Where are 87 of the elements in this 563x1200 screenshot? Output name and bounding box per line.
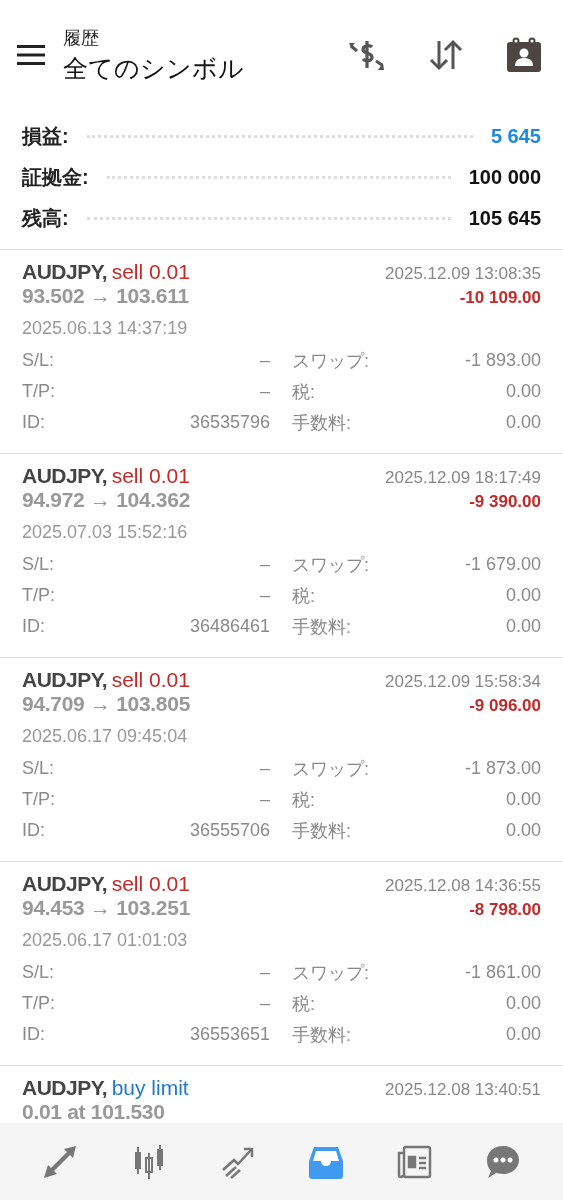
- menu-icon[interactable]: [17, 45, 45, 65]
- close-time: 2025.12.08 13:40:51: [385, 1080, 541, 1100]
- trade-profit: -8 798.00: [469, 900, 541, 920]
- field-label: S/L:: [22, 962, 55, 983]
- trade-symbol: AUDJPY,: [22, 1076, 108, 1099]
- field-label: S/L:: [22, 554, 55, 575]
- sort-icon[interactable]: [427, 37, 465, 73]
- field-label: 手数料:: [292, 411, 351, 435]
- field-label: ID:: [22, 616, 45, 637]
- field-value: 36555706: [189, 820, 270, 841]
- trade-symbol: AUDJPY,: [22, 668, 108, 691]
- field-value: –: [260, 350, 270, 371]
- trade-prices: 0.01 at 101.530: [22, 1100, 165, 1123]
- symbol-filter[interactable]: 全てのシンボル: [63, 51, 307, 85]
- field-value: 0.00: [505, 616, 541, 637]
- trade-symbol: AUDJPY,: [22, 872, 108, 895]
- trade-profit: -9 096.00: [469, 696, 541, 716]
- field-value: 36486461: [189, 616, 270, 637]
- close-time: 2025.12.09 15:58:34: [385, 672, 541, 692]
- summary-label: 証拠金:: [22, 165, 89, 190]
- field-value: –: [260, 381, 270, 402]
- field-label: S/L:: [22, 758, 55, 779]
- field-label: 税:: [292, 380, 315, 404]
- field-value: –: [260, 993, 270, 1014]
- field-label: 税:: [292, 992, 315, 1016]
- field-label: スワップ:: [292, 961, 369, 985]
- summary-value: 105 645: [468, 207, 541, 230]
- trade-type: buy limit: [111, 1076, 189, 1099]
- field-label: T/P:: [22, 993, 55, 1014]
- trade-type: sell 0.01: [111, 464, 190, 487]
- trade-prices: 94.453 → 103.251: [22, 896, 190, 920]
- field-label: スワップ:: [292, 757, 369, 781]
- field-label: ID:: [22, 1024, 45, 1045]
- close-time: 2025.12.08 14:36:55: [385, 876, 541, 896]
- field-label: 税:: [292, 584, 315, 608]
- contact-calendar-icon[interactable]: [505, 37, 543, 73]
- trade-type: sell 0.01: [111, 260, 190, 283]
- field-label: T/P:: [22, 585, 55, 606]
- trade-profit: -9 390.00: [469, 492, 541, 512]
- field-value: 0.00: [505, 820, 541, 841]
- field-label: ID:: [22, 820, 45, 841]
- field-label: 税:: [292, 788, 315, 812]
- screen-subtitle: 履歴: [63, 26, 100, 50]
- field-label: 手数料:: [292, 615, 351, 639]
- close-time: 2025.12.09 13:08:35: [385, 264, 541, 284]
- field-value: 0.00: [505, 789, 541, 810]
- open-time: 2025.07.03 15:52:16: [22, 522, 189, 543]
- trade-prices: 94.709 → 103.805: [22, 692, 190, 716]
- field-label: スワップ:: [292, 349, 369, 373]
- field-value: 36553651: [189, 1024, 270, 1045]
- field-value: -1 679.00: [464, 554, 541, 575]
- field-label: T/P:: [22, 789, 55, 810]
- trade-symbol: AUDJPY,: [22, 260, 108, 283]
- trade-symbol: AUDJPY,: [22, 464, 108, 487]
- field-value: -1 861.00: [464, 962, 541, 983]
- field-value: –: [260, 789, 270, 810]
- field-label: T/P:: [22, 381, 55, 402]
- summary-value: 100 000: [468, 166, 541, 189]
- summary-label: 残高:: [22, 206, 69, 231]
- field-value: -1 873.00: [464, 758, 541, 779]
- trade-type: sell 0.01: [111, 872, 190, 895]
- field-value: 0.00: [505, 381, 541, 402]
- field-value: –: [260, 585, 270, 606]
- field-label: S/L:: [22, 350, 55, 371]
- open-time: 2025.06.17 09:45:04: [22, 726, 189, 747]
- field-value: 0.00: [505, 412, 541, 433]
- trade-prices: 94.972 → 104.362: [22, 488, 190, 512]
- summary-label: 損益:: [22, 124, 69, 149]
- field-value: –: [260, 554, 270, 575]
- field-value: -1 893.00: [464, 350, 541, 371]
- close-time: 2025.12.09 18:17:49: [385, 468, 541, 488]
- field-label: ID:: [22, 412, 45, 433]
- field-label: 手数料:: [292, 1023, 351, 1047]
- field-value: 36535796: [189, 412, 270, 433]
- field-value: 0.00: [505, 585, 541, 606]
- field-value: 0.00: [505, 1024, 541, 1045]
- field-value: –: [260, 758, 270, 779]
- field-value: –: [260, 962, 270, 983]
- trade-type: sell 0.01: [111, 668, 190, 691]
- trade-prices: 93.502 → 103.611: [22, 284, 189, 308]
- field-label: 手数料:: [292, 819, 351, 843]
- field-label: スワップ:: [292, 553, 369, 577]
- summary-value: 5 645: [490, 125, 541, 148]
- field-value: 0.00: [505, 993, 541, 1014]
- trade-profit: -10 109.00: [459, 288, 541, 308]
- open-time: 2025.06.13 14:37:19: [22, 318, 189, 339]
- open-time: 2025.06.17 01:01:03: [22, 930, 189, 951]
